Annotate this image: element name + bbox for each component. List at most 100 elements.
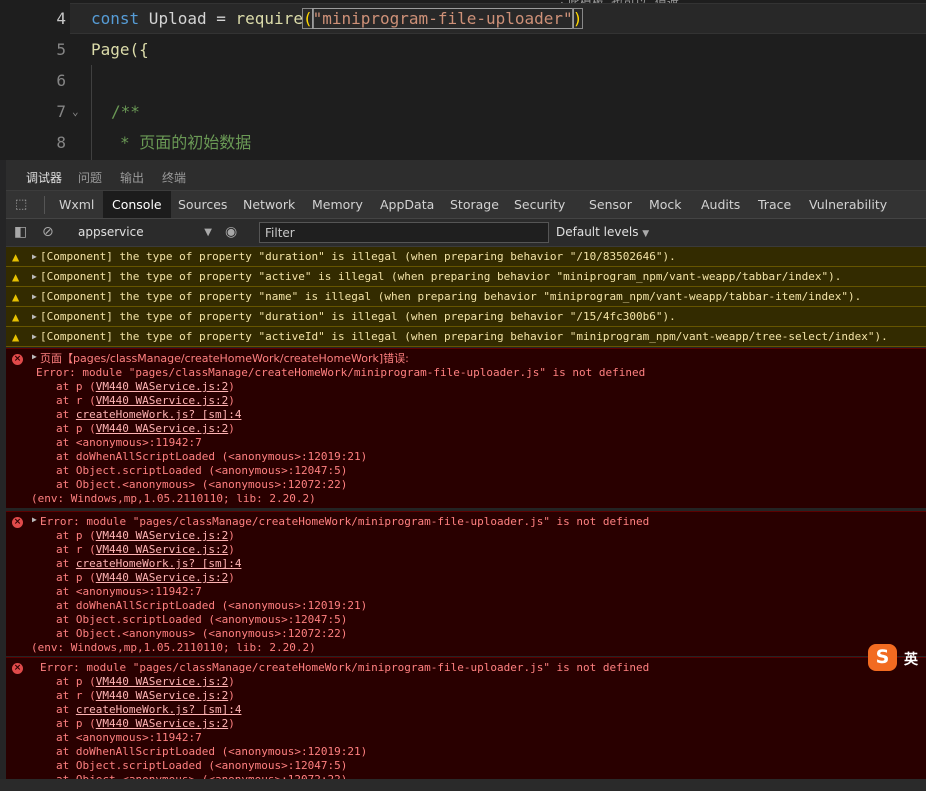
warning-message: [Component] the type of property "durati… xyxy=(40,310,676,323)
stack-frame[interactable]: at p (VM440 WAService.js:2) xyxy=(56,571,235,585)
console-error-block[interactable]: × Error: module "pages/classManage/creat… xyxy=(6,657,926,779)
panel-tab-bar: 调试器 问题 输出 终端 xyxy=(6,160,926,193)
tab-storage[interactable]: Storage xyxy=(441,191,508,218)
code-text[interactable]: const Upload = require("miniprogram-file… xyxy=(91,3,584,34)
warning-icon: ▲ xyxy=(12,330,20,344)
clear-console-icon[interactable]: ⊘ xyxy=(42,224,54,240)
tab-terminal[interactable]: 终端 xyxy=(162,169,186,186)
code-line-6[interactable]: 6 xyxy=(0,65,926,96)
stack-frame[interactable]: at p (VM440 WAService.js:2) xyxy=(56,529,235,543)
error-icon: × xyxy=(12,354,23,365)
devtools-panel: 调试器 问题 输出 终端 ⬚ Wxml Console Sources Netw… xyxy=(6,160,926,779)
line-number: 5 xyxy=(56,40,66,59)
expand-triangle-icon[interactable]: ▶ xyxy=(32,307,37,327)
sogou-ime-logo-icon: S xyxy=(868,644,897,671)
console-warning-row[interactable]: ▲ ▶ [Component] the type of property "na… xyxy=(6,287,926,307)
tab-vulnerability[interactable]: Vulnerability xyxy=(800,191,896,218)
code-line-8[interactable]: 8 * 页面的初始数据 xyxy=(0,127,926,158)
console-warning-row[interactable]: ▲ ▶ [Component] the type of property "ac… xyxy=(6,327,926,347)
warning-icon: ▲ xyxy=(12,290,20,304)
filter-input[interactable] xyxy=(259,222,549,243)
devtools-tab-bar: ⬚ Wxml Console Sources Network Memory Ap… xyxy=(6,191,926,219)
warning-icon: ▲ xyxy=(12,250,20,264)
show-sidebar-icon[interactable]: ◧ xyxy=(14,224,27,240)
warning-message: [Component] the type of property "active… xyxy=(40,330,888,343)
expand-triangle-icon[interactable]: ▶ xyxy=(32,267,37,287)
warning-icon: ▲ xyxy=(12,310,20,324)
console-toolbar: ◧ ⊘ appservice ▼ ◉ Default levels ▼ xyxy=(6,219,926,247)
expand-triangle-icon[interactable]: ▶ xyxy=(32,515,37,524)
tab-output[interactable]: 输出 xyxy=(120,169,144,186)
tab-audits[interactable]: Audits xyxy=(692,191,749,218)
stack-frame: at Object.<anonymous> (<anonymous>:12072… xyxy=(56,478,348,491)
console-error-block[interactable]: × ▶ Error: module "pages/classManage/cre… xyxy=(6,511,926,656)
console-output[interactable]: ▲ ▶ [Component] the type of property "du… xyxy=(6,247,926,779)
stack-frame[interactable]: at p (VM440 WAService.js:2) xyxy=(56,717,235,731)
expand-triangle-icon[interactable]: ▶ xyxy=(32,287,37,307)
stack-frame[interactable]: at createHomeWork.js? [sm]:4 xyxy=(56,557,241,571)
tab-wxml[interactable]: Wxml xyxy=(50,191,103,218)
console-error-block[interactable]: × ▶ 页面【pages/classManage/createHomeWork/… xyxy=(6,348,926,508)
code-editor[interactable]: · 此模板. 也可以. 值遮 4 const Upload = require(… xyxy=(0,0,926,160)
tab-sources[interactable]: Sources xyxy=(169,191,236,218)
tab-appdata[interactable]: AppData xyxy=(371,191,443,218)
line-number: 8 xyxy=(56,133,66,152)
expand-triangle-icon[interactable]: ▶ xyxy=(32,327,37,347)
stack-frame[interactable]: at p (VM440 WAService.js:2) xyxy=(56,380,235,394)
tab-security[interactable]: Security xyxy=(505,191,574,218)
stack-frame: at <anonymous>:11942:7 xyxy=(56,436,202,449)
dropdown-caret-icon: ▼ xyxy=(204,227,212,238)
live-expression-eye-icon[interactable]: ◉ xyxy=(225,224,237,240)
stack-frame[interactable]: at p (VM440 WAService.js:2) xyxy=(56,422,235,436)
console-warning-row[interactable]: ▲ ▶ [Component] the type of property "du… xyxy=(6,247,926,267)
code-text[interactable]: /** xyxy=(111,96,140,127)
code-text[interactable]: * 页面的初始数据 xyxy=(120,127,251,158)
tab-memory[interactable]: Memory xyxy=(303,191,372,218)
tab-problems[interactable]: 问题 xyxy=(78,169,102,186)
stack-frame[interactable]: at p (VM440 WAService.js:2) xyxy=(56,675,235,689)
tab-sensor[interactable]: Sensor xyxy=(580,191,641,218)
stack-frame[interactable]: at createHomeWork.js? [sm]:4 xyxy=(56,408,241,422)
code-line-7[interactable]: 7 ⌄ /** xyxy=(0,96,926,127)
code-line-4[interactable]: 4 const Upload = require("miniprogram-fi… xyxy=(0,3,926,34)
tab-network[interactable]: Network xyxy=(234,191,304,218)
warning-message: [Component] the type of property "name" … xyxy=(40,290,862,303)
error-header: 页面【pages/classManage/createHomeWork/crea… xyxy=(40,352,409,365)
stack-frame: at doWhenAllScriptLoaded (<anonymous>:12… xyxy=(56,599,368,612)
context-value: appservice xyxy=(78,225,144,239)
line-number: 4 xyxy=(56,9,66,28)
stack-frame: at doWhenAllScriptLoaded (<anonymous>:12… xyxy=(56,450,368,463)
log-levels-dropdown[interactable]: Default levels ▼ xyxy=(556,225,649,239)
console-warning-row[interactable]: ▲ ▶ [Component] the type of property "du… xyxy=(6,307,926,327)
stack-frame[interactable]: at createHomeWork.js? [sm]:4 xyxy=(56,703,241,717)
warning-message: [Component] the type of property "active… xyxy=(40,270,842,283)
error-message: Error: module "pages/classManage/createH… xyxy=(40,515,650,528)
tab-console[interactable]: Console xyxy=(103,191,171,218)
fold-chevron-icon[interactable]: ⌄ xyxy=(72,96,79,127)
expand-triangle-icon[interactable]: ▶ xyxy=(32,352,37,361)
warning-message: [Component] the type of property "durati… xyxy=(40,250,676,263)
error-env: (env: Windows,mp,1.05.2110110; lib: 2.20… xyxy=(31,492,316,505)
tab-mock[interactable]: Mock xyxy=(640,191,691,218)
tab-debugger[interactable]: 调试器 xyxy=(26,169,63,193)
expand-triangle-icon[interactable]: ▶ xyxy=(32,247,37,267)
stack-frame[interactable]: at r (VM440 WAService.js:2) xyxy=(56,543,235,557)
error-icon: × xyxy=(12,663,23,674)
horizontal-scrollbar[interactable] xyxy=(0,779,926,791)
ime-indicator[interactable]: S 英 xyxy=(866,644,926,672)
tab-trace[interactable]: Trace xyxy=(749,191,800,218)
code-line-5[interactable]: 5 Page({ xyxy=(0,34,926,65)
stack-frame: at doWhenAllScriptLoaded (<anonymous>:12… xyxy=(56,745,368,758)
stack-frame[interactable]: at r (VM440 WAService.js:2) xyxy=(56,689,235,703)
stack-frame: at Object.scriptLoaded (<anonymous>:1204… xyxy=(56,613,348,626)
code-text[interactable]: Page({ xyxy=(91,34,149,65)
inspect-element-icon[interactable]: ⬚ xyxy=(15,197,27,212)
toolbar-divider xyxy=(44,196,45,214)
console-warning-row[interactable]: ▲ ▶ [Component] the type of property "ac… xyxy=(6,267,926,287)
stack-frame: at <anonymous>:11942:7 xyxy=(56,731,202,744)
dropdown-caret-icon: ▼ xyxy=(642,229,650,239)
context-select[interactable]: appservice ▼ xyxy=(72,223,214,242)
stack-frame[interactable]: at r (VM440 WAService.js:2) xyxy=(56,394,235,408)
ime-language-label: 英 xyxy=(904,652,918,668)
warning-icon: ▲ xyxy=(12,270,20,284)
